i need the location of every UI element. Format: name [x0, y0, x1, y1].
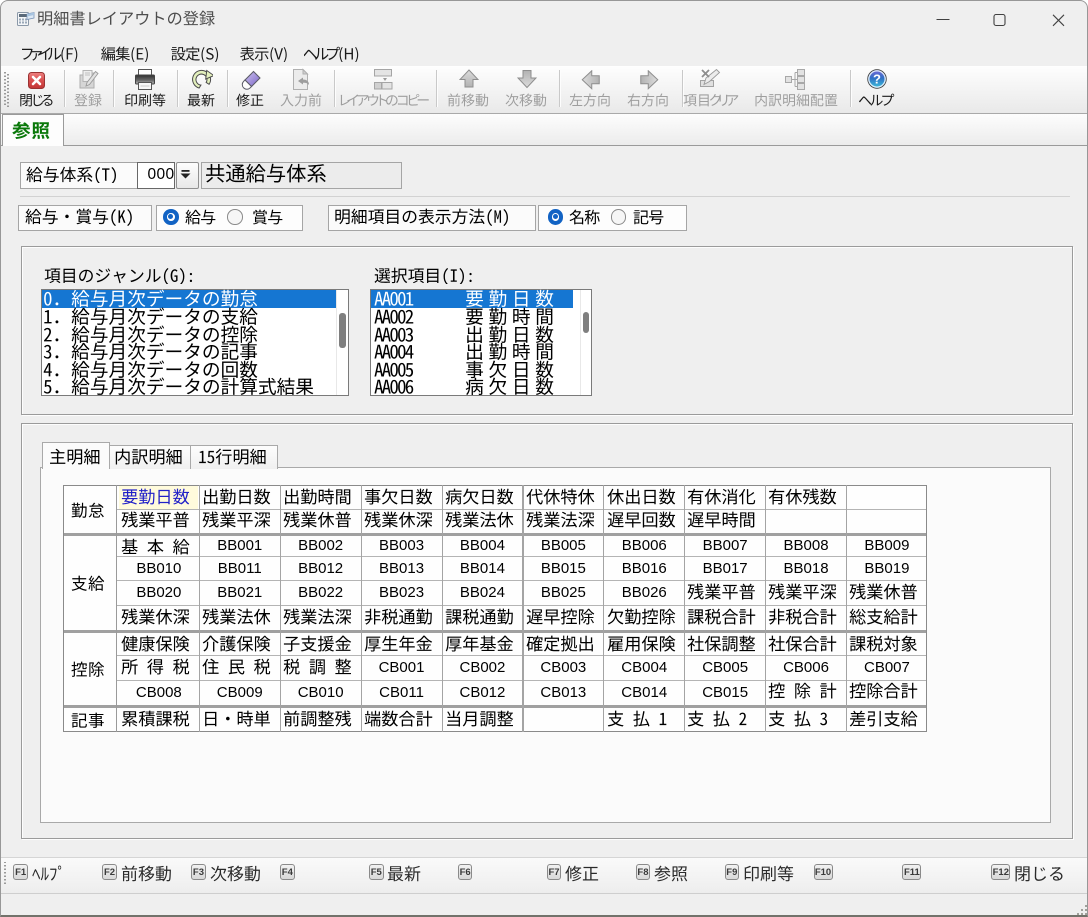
- svg-text:?: ?: [873, 72, 881, 87]
